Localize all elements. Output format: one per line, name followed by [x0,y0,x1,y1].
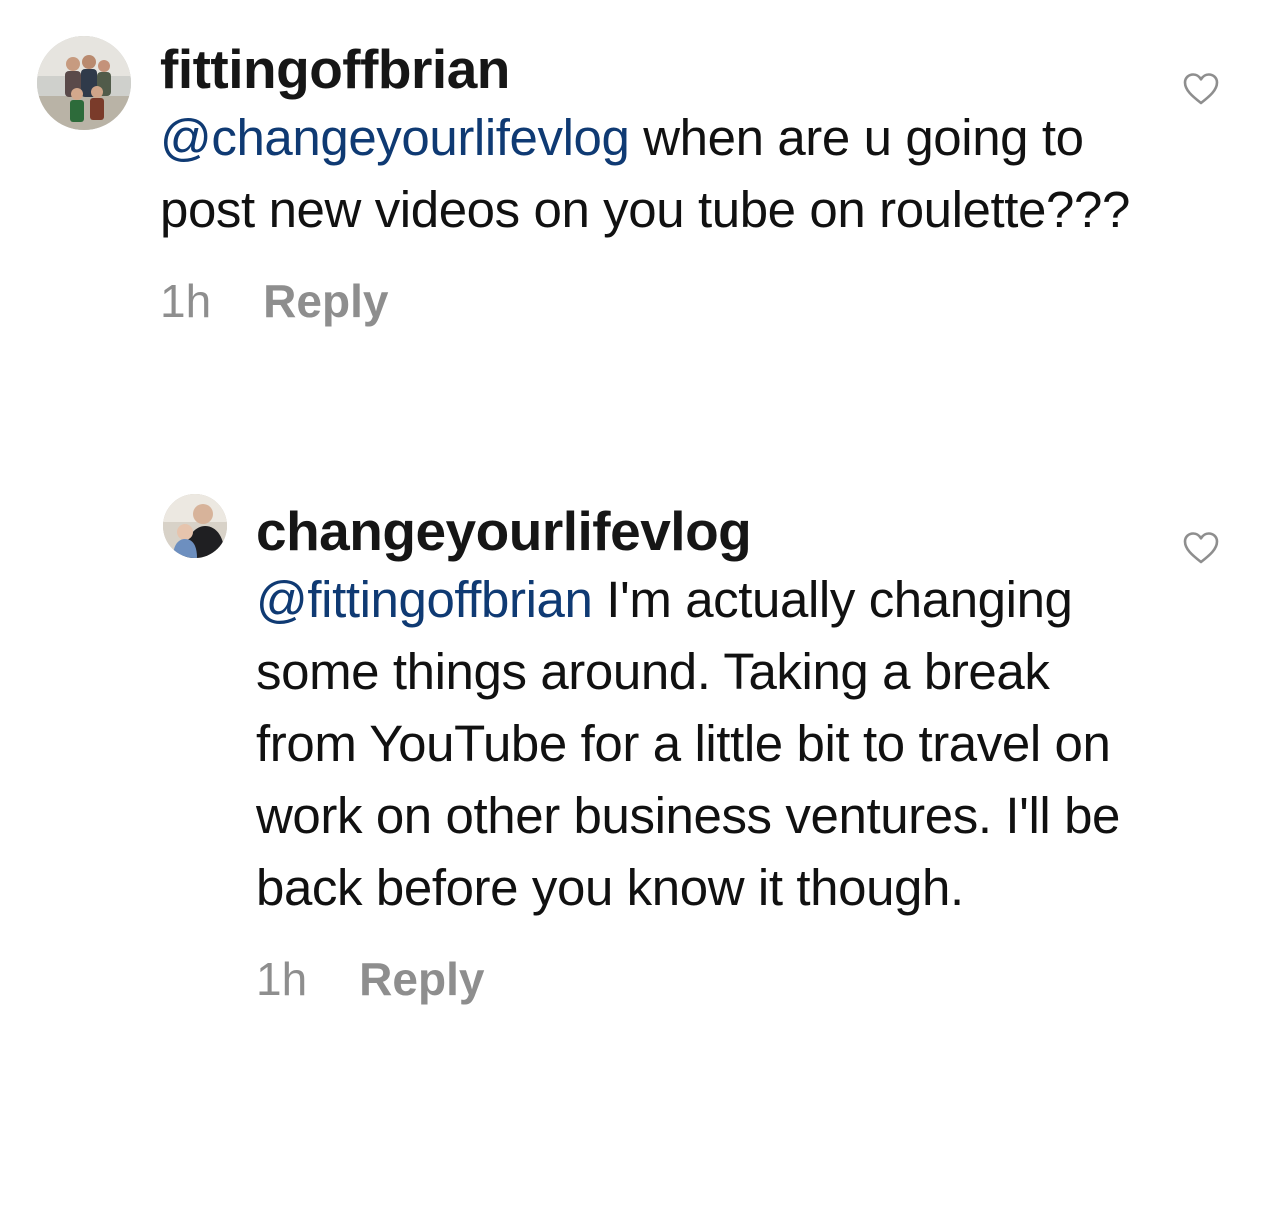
comment-text: @changeyourlifevlog when are u going to … [160,102,1154,246]
comment-item: fittingoffbrian @changeyourlifevlog when… [0,0,1284,430]
comment-content: changeyourlifevlog @fittingoffbrian I'm … [256,498,1154,1008]
heart-outline-icon[interactable] [1182,72,1220,106]
reply-button[interactable]: Reply [263,272,388,330]
comment-content: fittingoffbrian @changeyourlifevlog when… [160,36,1154,330]
heart-outline-icon[interactable] [1182,531,1220,565]
timestamp: 1h [160,275,212,327]
avatar[interactable] [163,494,227,558]
reply-button[interactable]: Reply [359,950,484,1008]
man-with-baby-avatar [163,494,227,558]
username[interactable]: changeyourlifevlog [256,498,1154,564]
comment-text: @fittingoffbrian I'm actually changing s… [256,564,1154,924]
comment-reply-item: changeyourlifevlog @fittingoffbrian I'm … [0,470,1284,1209]
family-photo-avatar [37,36,131,130]
timestamp: 1h [256,953,308,1005]
mention-link[interactable]: @changeyourlifevlog [160,109,630,166]
avatar[interactable] [37,36,131,130]
mention-link[interactable]: @fittingoffbrian [256,571,593,628]
username[interactable]: fittingoffbrian [160,36,1154,102]
comment-meta: 1h Reply [256,950,1154,1008]
comment-meta: 1h Reply [160,272,1154,330]
